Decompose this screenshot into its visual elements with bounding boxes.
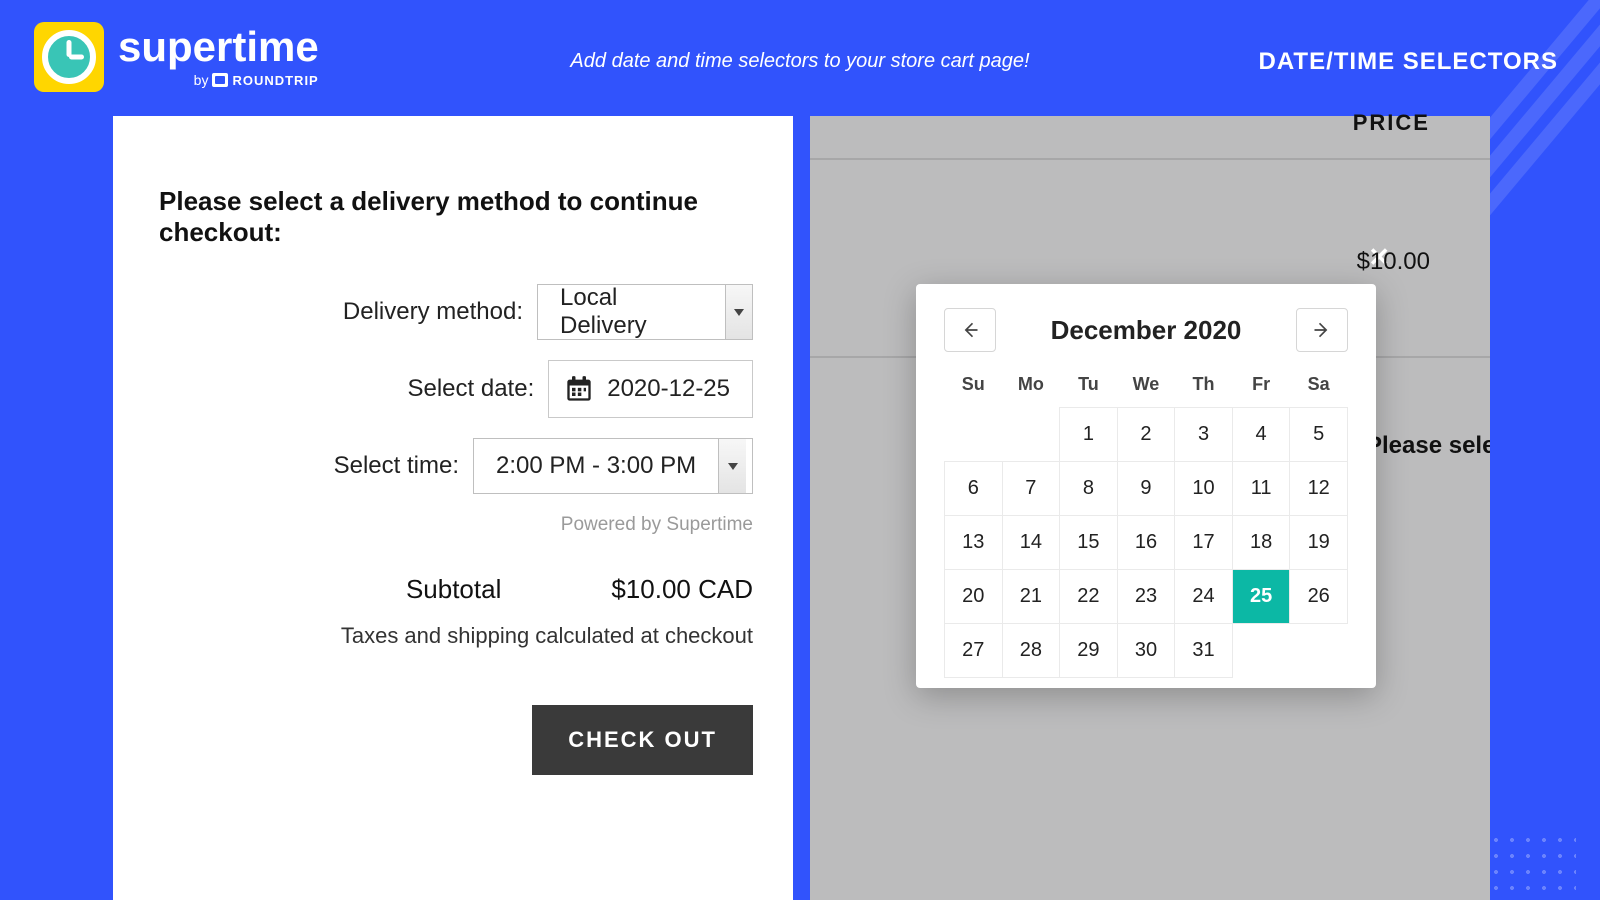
calendar-month-label: December 2020 <box>1051 315 1242 346</box>
truncated-prompt: Please sele <box>1366 432 1490 460</box>
subtotal-label: Subtotal <box>406 574 501 605</box>
calendar-day[interactable]: 24 <box>1175 570 1233 624</box>
calendar-day[interactable]: 16 <box>1117 516 1175 570</box>
weekday-header: Su <box>945 366 1003 408</box>
calendar-blank <box>945 408 1003 462</box>
checkout-button[interactable]: CHECK OUT <box>532 705 753 775</box>
calendar-day[interactable]: 1 <box>1060 408 1118 462</box>
calendar-day[interactable]: 19 <box>1290 516 1348 570</box>
calendar-day[interactable]: 28 <box>1002 624 1060 678</box>
calendar-day[interactable]: 2 <box>1117 408 1175 462</box>
calendar-day[interactable]: 14 <box>1002 516 1060 570</box>
calendar-day[interactable]: 30 <box>1117 624 1175 678</box>
delivery-method-label: Delivery method: <box>343 298 523 326</box>
price-header: PRICE <box>1353 110 1430 136</box>
weekday-header: Mo <box>1002 366 1060 408</box>
weekday-header: Th <box>1175 366 1233 408</box>
calendar-day[interactable]: 26 <box>1290 570 1348 624</box>
calendar-blank <box>1232 624 1290 678</box>
calendar-day[interactable]: 17 <box>1175 516 1233 570</box>
header-tagline: Add date and time selectors to your stor… <box>570 50 1029 73</box>
brand-byline: by ROUNDTRIP <box>118 72 319 88</box>
calendar-day[interactable]: 29 <box>1060 624 1118 678</box>
select-date-label: Select date: <box>407 375 534 403</box>
date-value: 2020-12-25 <box>607 375 730 403</box>
calendar-day[interactable]: 8 <box>1060 462 1118 516</box>
calendar-day[interactable]: 31 <box>1175 624 1233 678</box>
calendar-day[interactable]: 6 <box>945 462 1003 516</box>
calendar-day[interactable]: 10 <box>1175 462 1233 516</box>
calendar-day[interactable]: 7 <box>1002 462 1060 516</box>
date-input[interactable]: 2020-12-25 <box>548 360 753 418</box>
chevron-down-icon <box>725 285 752 339</box>
calendar-blank <box>1290 624 1348 678</box>
select-time-label: Select time: <box>334 452 459 480</box>
calendar-day[interactable]: 25 <box>1232 570 1290 624</box>
time-select[interactable]: 2:00 PM - 3:00 PM <box>473 438 753 494</box>
calendar-day[interactable]: 23 <box>1117 570 1175 624</box>
header-section-label: DATE/TIME SELECTORS <box>1259 48 1558 76</box>
powered-by: Powered by Supertime <box>153 514 753 536</box>
calendar-day[interactable]: 9 <box>1117 462 1175 516</box>
calendar-day[interactable]: 5 <box>1290 408 1348 462</box>
line-item-price: $10.00 <box>1357 248 1430 276</box>
calendar-day[interactable]: 11 <box>1232 462 1290 516</box>
chevron-down-icon <box>718 439 746 493</box>
checkout-title: Please select a delivery method to conti… <box>153 186 753 248</box>
subtotal-row: Subtotal $10.00 CAD <box>153 574 753 605</box>
app-header: supertime by ROUNDTRIP Add date and time… <box>0 0 1600 116</box>
delivery-method-value: Local Delivery <box>538 284 725 340</box>
arrow-right-icon <box>1312 320 1332 340</box>
brand-name: supertime <box>118 26 319 68</box>
weekday-header: We <box>1117 366 1175 408</box>
delivery-method-row: Delivery method: Local Delivery <box>153 284 753 340</box>
roundtrip-icon <box>212 73 228 87</box>
divider <box>810 158 1490 160</box>
calendar-grid: SuMoTuWeThFrSa 1234567891011121314151617… <box>944 366 1348 678</box>
calendar-day[interactable]: 21 <box>1002 570 1060 624</box>
subtotal-value: $10.00 CAD <box>611 574 753 605</box>
calendar-day[interactable]: 27 <box>945 624 1003 678</box>
calendar-day[interactable]: 18 <box>1232 516 1290 570</box>
prev-month-button[interactable] <box>944 308 996 352</box>
calendar-day[interactable]: 3 <box>1175 408 1233 462</box>
arrow-left-icon <box>960 320 980 340</box>
clock-icon <box>34 22 104 92</box>
calendar-day[interactable]: 12 <box>1290 462 1348 516</box>
select-time-row: Select time: 2:00 PM - 3:00 PM <box>153 438 753 494</box>
calendar-day[interactable]: 4 <box>1232 408 1290 462</box>
taxes-note: Taxes and shipping calculated at checkou… <box>153 623 753 649</box>
calendar-icon <box>565 375 593 403</box>
checkout-card: Please select a delivery method to conti… <box>113 116 793 900</box>
time-value: 2:00 PM - 3:00 PM <box>474 452 718 480</box>
weekday-header: Fr <box>1232 366 1290 408</box>
calendar-day[interactable]: 15 <box>1060 516 1118 570</box>
calendar-blank <box>1002 408 1060 462</box>
weekday-header: Sa <box>1290 366 1348 408</box>
weekday-header: Tu <box>1060 366 1118 408</box>
next-month-button[interactable] <box>1296 308 1348 352</box>
select-date-row: Select date: 2020-12-25 <box>153 360 753 418</box>
brand-logo: supertime by ROUNDTRIP <box>34 22 319 92</box>
calendar-day[interactable]: 20 <box>945 570 1003 624</box>
date-picker-popover: December 2020 SuMoTuWeThFrSa 12345678910… <box>916 284 1376 688</box>
calendar-day[interactable]: 13 <box>945 516 1003 570</box>
calendar-day[interactable]: 22 <box>1060 570 1118 624</box>
delivery-method-select[interactable]: Local Delivery <box>537 284 753 340</box>
